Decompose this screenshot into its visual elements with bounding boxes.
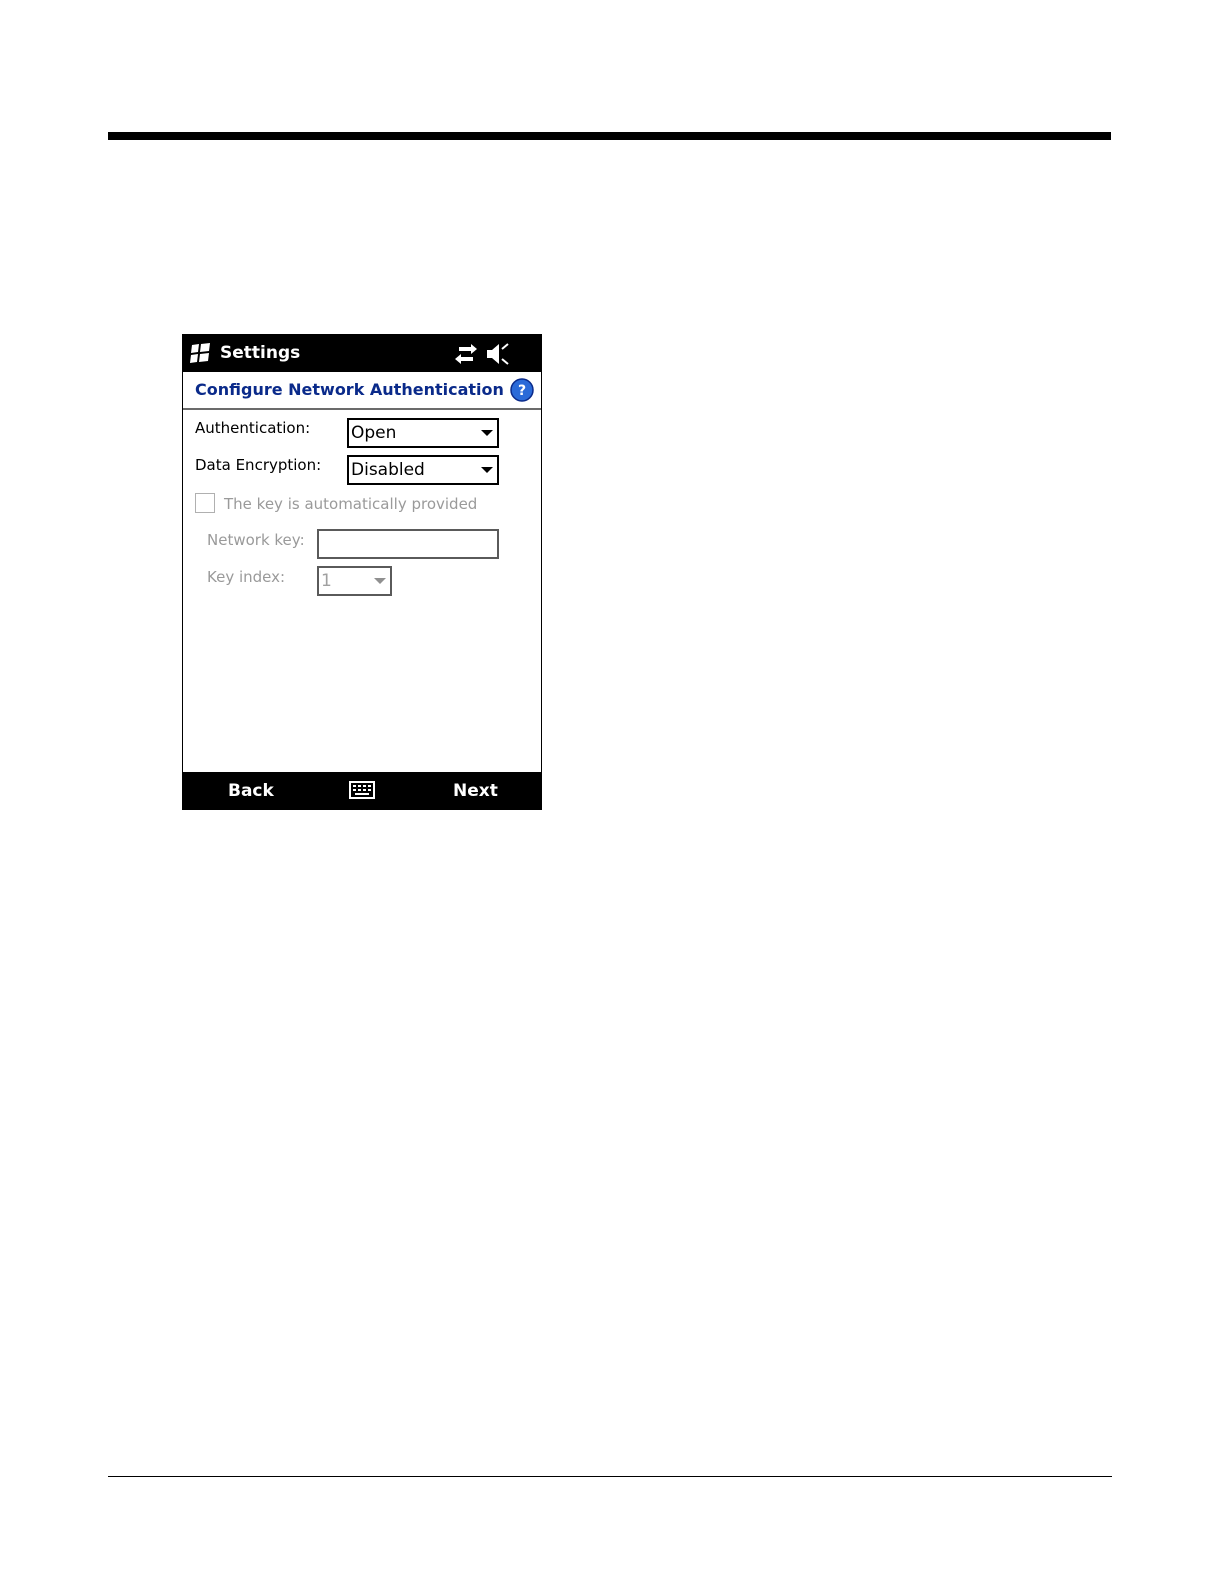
key-index-label: Key index:	[207, 568, 286, 586]
back-button[interactable]: Back	[228, 781, 274, 801]
speaker-icon[interactable]	[485, 341, 511, 371]
next-button[interactable]: Next	[453, 781, 498, 801]
auto-key-checkbox[interactable]	[195, 493, 215, 513]
network-key-label: Network key:	[207, 531, 305, 549]
app-title: Settings	[220, 343, 301, 363]
network-key-input[interactable]	[317, 529, 499, 559]
top-rule	[108, 132, 1111, 140]
encryption-dropdown[interactable]: Disabled	[347, 455, 499, 485]
page-title: Configure Network Authentication	[195, 380, 504, 399]
page-header: Configure Network Authentication ?	[183, 372, 541, 410]
key-index-value: 1	[321, 571, 332, 591]
chevron-down-icon	[481, 467, 493, 473]
softkey-bar: Back Next	[183, 772, 541, 809]
auto-key-label: The key is automatically provided	[224, 495, 478, 513]
keyboard-icon[interactable]	[349, 781, 375, 803]
encryption-label: Data Encryption:	[195, 456, 322, 474]
authentication-dropdown[interactable]: Open	[347, 418, 499, 448]
sync-arrows-icon[interactable]	[453, 343, 479, 369]
encryption-value: Disabled	[351, 460, 425, 480]
authentication-label: Authentication:	[195, 419, 311, 437]
chevron-down-icon	[481, 430, 493, 436]
device-screen: Settings Configure Network Authenticatio…	[182, 334, 542, 810]
windows-logo-icon[interactable]	[188, 343, 212, 369]
authentication-value: Open	[351, 423, 397, 443]
key-index-dropdown[interactable]: 1	[317, 566, 392, 596]
svg-text:?: ?	[518, 383, 526, 399]
help-icon[interactable]: ?	[510, 378, 534, 406]
title-bar: Settings	[183, 335, 541, 372]
chevron-down-icon	[374, 578, 386, 584]
bottom-rule	[108, 1476, 1112, 1477]
